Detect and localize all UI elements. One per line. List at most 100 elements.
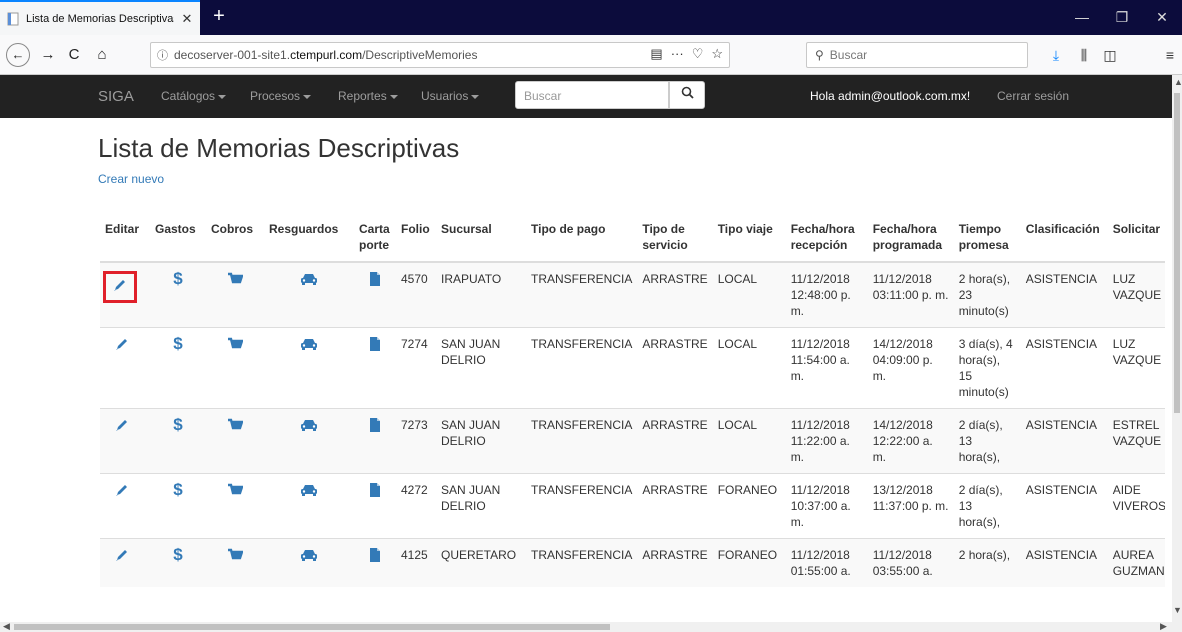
create-new-link[interactable]: Crear nuevo — [98, 172, 164, 186]
pencil-icon[interactable] — [105, 547, 130, 567]
menu-procesos[interactable]: Procesos — [250, 89, 312, 103]
menu-reportes[interactable]: Reportes — [338, 89, 398, 103]
user-greeting[interactable]: Hola admin@outlook.com.mx! — [810, 89, 970, 103]
cell-cobros — [206, 408, 264, 474]
pocket-icon[interactable]: ♡ — [692, 46, 704, 62]
back-arrow-icon[interactable]: ← — [6, 43, 30, 67]
menu-hamburger-icon[interactable]: ≡ — [1158, 43, 1182, 67]
cell-tiempo-promesa: 2 hora(s), — [953, 538, 1021, 587]
home-icon[interactable]: ⌂ — [90, 43, 114, 67]
cell-folio: 7274 — [396, 327, 436, 409]
horizontal-scroll-thumb[interactable] — [14, 624, 610, 630]
menu-usuarios[interactable]: Usuarios — [421, 89, 480, 103]
sidebar-icon[interactable]: ◫ — [1098, 43, 1122, 67]
scroll-up-icon[interactable]: ▲ — [1174, 77, 1182, 87]
pencil-icon[interactable] — [105, 482, 130, 502]
app-search-button[interactable] — [669, 81, 705, 109]
cell-fecha-programada: 11/12/2018 03:11:00 p. m. — [867, 261, 954, 328]
new-tab-button[interactable]: + — [206, 4, 232, 30]
file-icon[interactable] — [359, 336, 391, 352]
vertical-scroll-thumb[interactable] — [1174, 93, 1180, 413]
browser-tab[interactable]: Lista de Memorias Descriptivas ✕ — [0, 0, 200, 35]
cart-icon[interactable] — [211, 336, 259, 352]
cell-sucursal: SAN JUAN DELRIO — [436, 408, 526, 474]
library-icon[interactable]: ⫼ — [1072, 43, 1096, 67]
cell-tiempo-promesa: 3 día(s), 4 hora(s), 15 minuto(s) — [953, 327, 1021, 409]
cell-resguardos — [264, 327, 354, 409]
col-tiempo-promesa: Tiempo promesa — [953, 213, 1021, 263]
menu-label: Procesos — [250, 89, 301, 103]
scroll-down-icon[interactable]: ▼ — [1173, 605, 1182, 615]
cell-fecha-programada: 11/12/2018 03:55:00 a. — [867, 538, 954, 587]
app-navbar: SIGA Catálogos Procesos Reportes Usuario… — [0, 75, 1172, 118]
browser-search-input[interactable]: ⚲ Buscar — [806, 42, 1028, 68]
cart-icon[interactable] — [211, 547, 259, 563]
reload-icon[interactable]: C — [62, 43, 86, 67]
scroll-right-icon[interactable]: ▶ — [1160, 621, 1167, 632]
cell-tipo-servicio: ARRASTRE — [637, 327, 713, 409]
url-path: /DescriptiveMemories — [362, 48, 478, 62]
pencil-icon[interactable] — [103, 271, 137, 303]
car-icon[interactable] — [269, 336, 349, 352]
cell-tipo-pago: TRANSFERENCIA — [526, 408, 638, 474]
cell-fecha-recepcion: 11/12/2018 01:55:00 a. — [785, 538, 868, 587]
dollar-icon[interactable]: $ — [155, 335, 201, 352]
forward-arrow-icon[interactable]: → — [36, 43, 60, 67]
brand-link[interactable]: SIGA — [98, 88, 134, 105]
restore-icon[interactable]: ❐ — [1102, 0, 1142, 35]
cell-tipo-servicio: ARRASTRE — [637, 538, 713, 587]
window-close-icon[interactable]: ✕ — [1142, 0, 1182, 35]
cell-editar — [100, 261, 150, 328]
car-icon[interactable] — [269, 547, 349, 563]
file-icon[interactable] — [359, 547, 391, 563]
cell-sucursal: SAN JUAN DELRIO — [436, 473, 526, 539]
download-icon[interactable]: ⤓ — [1044, 43, 1068, 67]
app-search-input[interactable]: Buscar — [515, 81, 669, 109]
pencil-icon[interactable] — [105, 417, 130, 437]
file-icon[interactable] — [359, 482, 391, 498]
cell-clasificacion: ASISTENCIA — [1020, 327, 1108, 409]
menu-catalogos[interactable]: Catálogos — [161, 89, 227, 103]
car-icon[interactable] — [269, 482, 349, 498]
cell-fecha-programada: 14/12/2018 04:09:00 p. m. — [867, 327, 954, 409]
cart-icon[interactable] — [211, 482, 259, 498]
cell-cobros — [206, 473, 264, 539]
cart-icon[interactable] — [211, 271, 259, 287]
dollar-icon[interactable]: $ — [155, 481, 201, 498]
cell-tipo-servicio: ARRASTRE — [637, 261, 713, 328]
url-bar[interactable]: ⓘ decoserver-001-site1. ctempurl.com/Desc… — [150, 42, 730, 68]
col-cobros: Cobros — [206, 213, 264, 263]
page-actions-icon[interactable]: ··· — [671, 46, 684, 62]
cell-solicitante: LUZ VAZQUE — [1107, 261, 1166, 328]
site-info-icon[interactable]: ⓘ — [157, 47, 168, 63]
cell-folio: 4570 — [396, 261, 436, 328]
cell-folio: 4125 — [396, 538, 436, 587]
cell-tipo-viaje: FORANEO — [712, 473, 786, 539]
dollar-icon[interactable]: $ — [155, 546, 201, 563]
minimize-icon[interactable]: — — [1062, 0, 1102, 35]
car-icon[interactable] — [269, 271, 349, 287]
car-icon[interactable] — [269, 417, 349, 433]
reader-view-icon[interactable]: ▤ — [650, 46, 662, 62]
dollar-icon[interactable]: $ — [155, 270, 201, 287]
cart-icon[interactable] — [211, 417, 259, 433]
cell-tipo-pago: TRANSFERENCIA — [526, 327, 638, 409]
file-icon[interactable] — [359, 271, 391, 287]
cell-clasificacion: ASISTENCIA — [1020, 473, 1108, 539]
dollar-icon[interactable]: $ — [155, 416, 201, 433]
col-editar: Editar — [100, 213, 150, 263]
cell-sucursal: IRAPUATO — [436, 261, 526, 328]
cell-gastos: $ — [150, 327, 206, 409]
pencil-icon[interactable] — [105, 336, 130, 356]
file-icon[interactable] — [359, 417, 391, 433]
logout-link[interactable]: Cerrar sesión — [997, 89, 1069, 103]
cell-tipo-viaje: LOCAL — [712, 327, 786, 409]
bookmark-star-icon[interactable]: ☆ — [711, 46, 723, 62]
tab-close-icon[interactable]: ✕ — [180, 11, 194, 27]
menu-label: Usuarios — [421, 89, 469, 103]
scroll-left-icon[interactable]: ◀ — [3, 621, 10, 632]
horizontal-scrollbar[interactable]: ◀ ▶ — [0, 621, 1182, 632]
cell-gastos: $ — [150, 408, 206, 474]
cell-folio: 7273 — [396, 408, 436, 474]
vertical-scrollbar[interactable]: ▲ ▼ — [1172, 75, 1182, 622]
